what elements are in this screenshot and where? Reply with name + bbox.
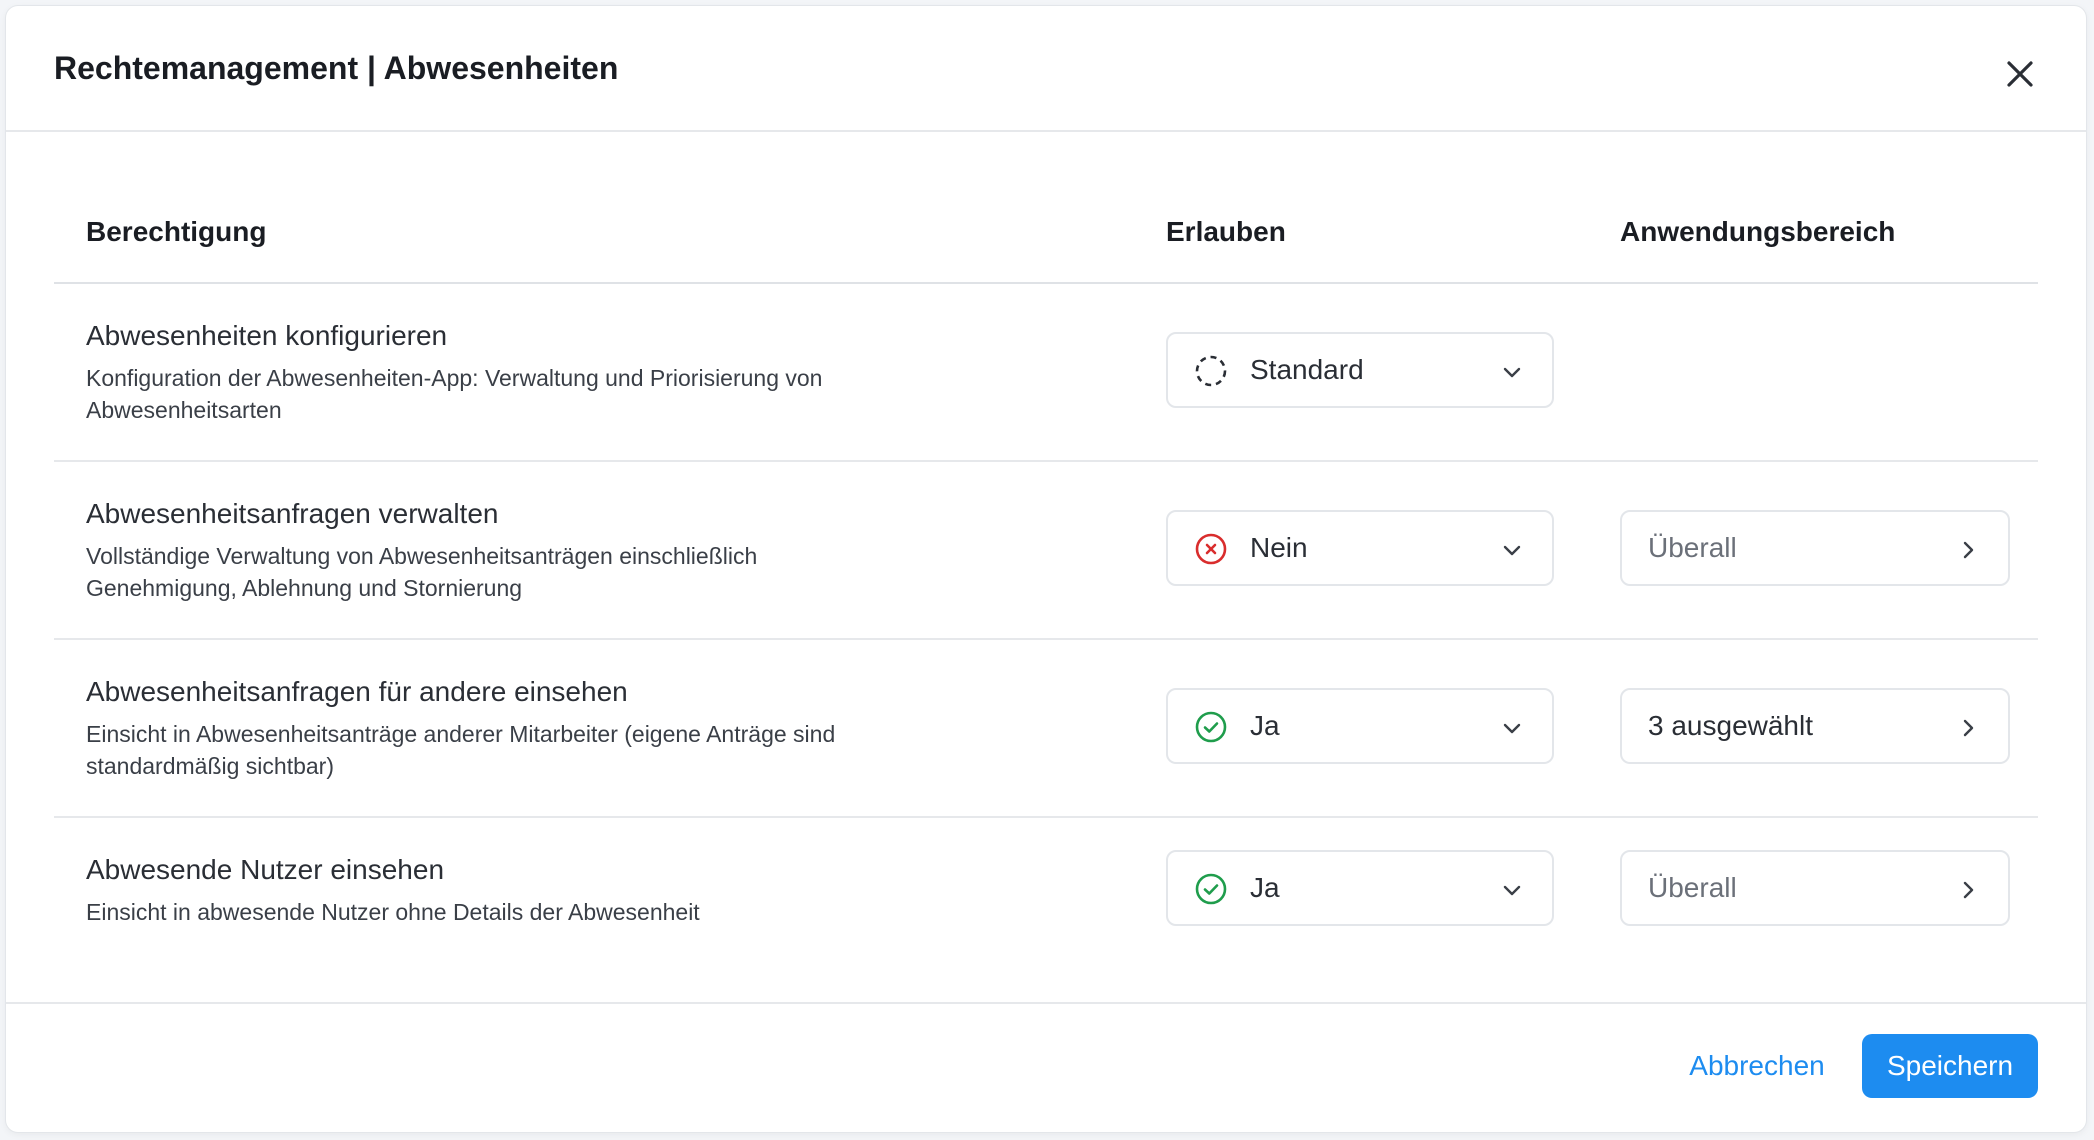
close-icon: [2007, 61, 2033, 87]
dashed-circle-icon: [1195, 355, 1227, 387]
permissions-dialog: Rechtemanagement | Abwesenheiten Berecht…: [6, 6, 2086, 1132]
chevron-right-icon: [1963, 719, 1974, 737]
allow-select-value: Ja: [1250, 872, 1280, 903]
scope-selector[interactable]: Überall: [1620, 510, 2010, 586]
dialog-title: Rechtemanagement | Abwesenheiten: [54, 50, 619, 86]
x-circle-icon: [1195, 533, 1227, 565]
dialog-footer: Abbrechen Speichern: [6, 1002, 2086, 1132]
chevron-down-icon: [1503, 885, 1521, 896]
check-circle-icon: [1195, 711, 1227, 743]
chevron-right-icon: [1963, 541, 1974, 559]
allow-select[interactable]: Ja: [1166, 688, 1554, 764]
permission-description: Einsicht in abwesende Nutzer ohne Detail…: [86, 899, 700, 925]
permission-title: Abwesenheitsanfragen verwalten: [86, 498, 499, 529]
allow-select-value: Nein: [1250, 532, 1308, 563]
chevron-down-icon: [1503, 723, 1521, 734]
permission-row-manage-requests: Abwesenheitsanfragen verwalten Vollständ…: [54, 462, 2038, 640]
check-circle-icon: [1195, 873, 1227, 905]
scope-selector-value: 3 ausgewählt: [1648, 710, 1814, 741]
chevron-right-icon: [1963, 881, 1974, 899]
permission-title: Abwesenheiten konfigurieren: [86, 320, 448, 351]
permission-description: Einsicht in Abwesenheitsanträge anderer …: [86, 721, 836, 779]
chevron-down-icon: [1503, 367, 1521, 378]
scope-selector[interactable]: Überall: [1620, 850, 2010, 926]
allow-select-value: Standard: [1250, 354, 1364, 385]
scope-selector-value: Überall: [1648, 532, 1737, 563]
column-header-permission: Berechtigung: [86, 216, 267, 247]
permission-description: Konfiguration der Abwesenheiten-App: Ver…: [86, 365, 823, 423]
allow-select[interactable]: Ja: [1166, 850, 1554, 926]
table-header: Berechtigung Erlauben Anwendungsbereich: [54, 132, 2038, 284]
allow-select-value: Ja: [1250, 710, 1280, 741]
scope-selector-value: Überall: [1648, 872, 1737, 903]
cancel-button[interactable]: Abbrechen: [1662, 1034, 1852, 1098]
permission-description: Vollständige Verwaltung von Abwesenheits…: [86, 543, 758, 601]
permission-row-configure: Abwesenheiten konfigurieren Konfiguratio…: [54, 284, 2038, 462]
chevron-down-icon: [1503, 545, 1521, 556]
allow-select[interactable]: Standard: [1166, 332, 1554, 408]
permission-row-view-others: Abwesenheitsanfragen für andere einsehen…: [54, 640, 2038, 818]
save-button[interactable]: Speichern: [1862, 1034, 2038, 1098]
scope-selector[interactable]: 3 ausgewählt: [1620, 688, 2010, 764]
permission-title: Abwesenheitsanfragen für andere einsehen: [86, 676, 628, 707]
permission-title: Abwesende Nutzer einsehen: [86, 854, 445, 885]
permission-row-view-absent-users: Abwesende Nutzer einsehen Einsicht in ab…: [54, 818, 2038, 1002]
column-header-allow: Erlauben: [1166, 216, 1286, 247]
close-button[interactable]: [1996, 50, 2044, 98]
allow-select[interactable]: Nein: [1166, 510, 1554, 586]
dialog-header: Rechtemanagement | Abwesenheiten: [6, 6, 2086, 132]
column-header-scope: Anwendungsbereich: [1620, 216, 1896, 247]
